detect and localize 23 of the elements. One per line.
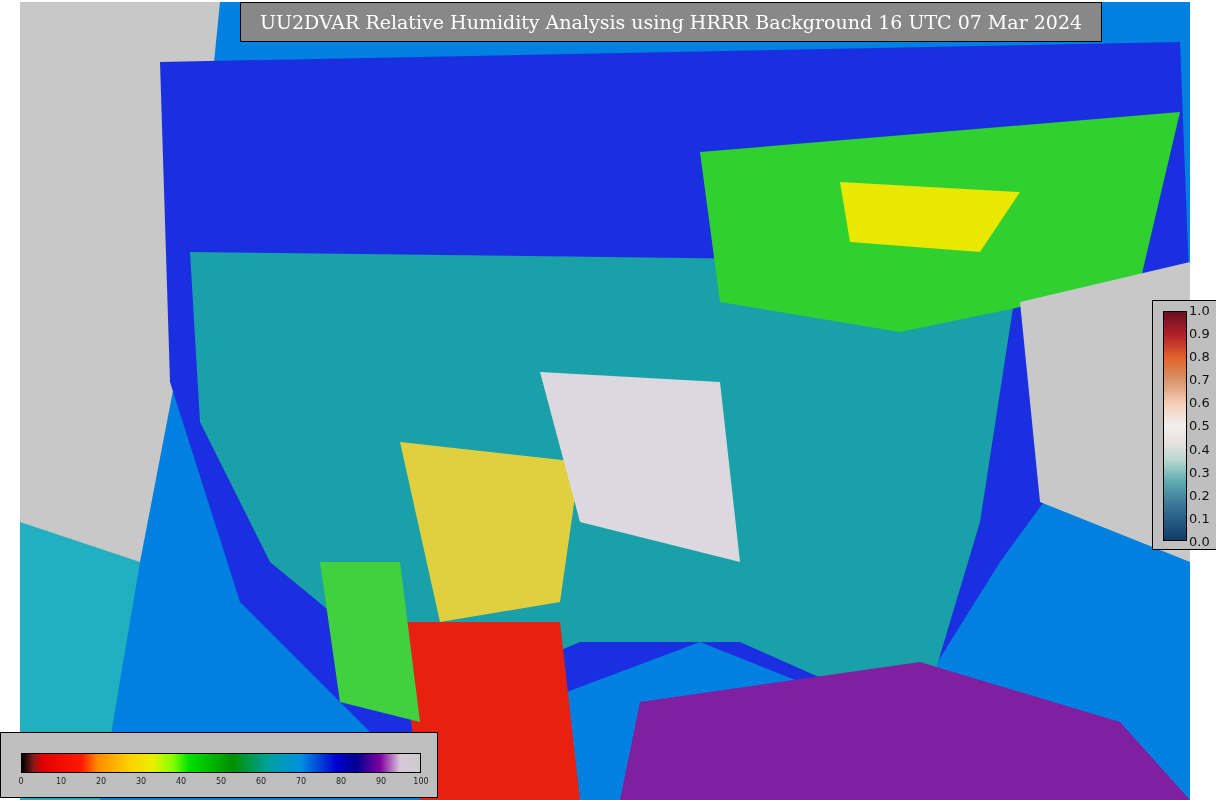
tick-label: 0 <box>18 777 24 786</box>
tick-label: 0.0 <box>1189 533 1210 549</box>
tick-label: 0.7 <box>1189 372 1210 388</box>
tick-label: 70 <box>295 777 307 786</box>
tick-label: 0.8 <box>1189 349 1210 365</box>
tick-label: 0.1 <box>1189 510 1210 526</box>
tick-label: 0.5 <box>1189 418 1210 434</box>
map-title: UU2DVAR Relative Humidity Analysis using HRRR Background 16 UTC 07 Mar 2024 <box>240 2 1102 42</box>
tick-label: 0.4 <box>1189 441 1210 457</box>
tick-label: 100 <box>413 777 429 786</box>
tick-label: 0.3 <box>1189 464 1210 480</box>
tick-label: 20 <box>95 777 107 786</box>
tick-label: 0.2 <box>1189 487 1210 503</box>
tick-label: 90 <box>375 777 387 786</box>
tick-label: 30 <box>135 777 147 786</box>
tick-label: 0.6 <box>1189 395 1210 411</box>
tick-label: 10 <box>55 777 67 786</box>
tick-label: 1.0 <box>1189 303 1210 318</box>
tick-label: 60 <box>255 777 267 786</box>
tick-label: 40 <box>175 777 187 786</box>
tick-label: 50 <box>215 777 227 786</box>
tick-label: 80 <box>335 777 347 786</box>
tick-label: 0.9 <box>1189 326 1210 342</box>
